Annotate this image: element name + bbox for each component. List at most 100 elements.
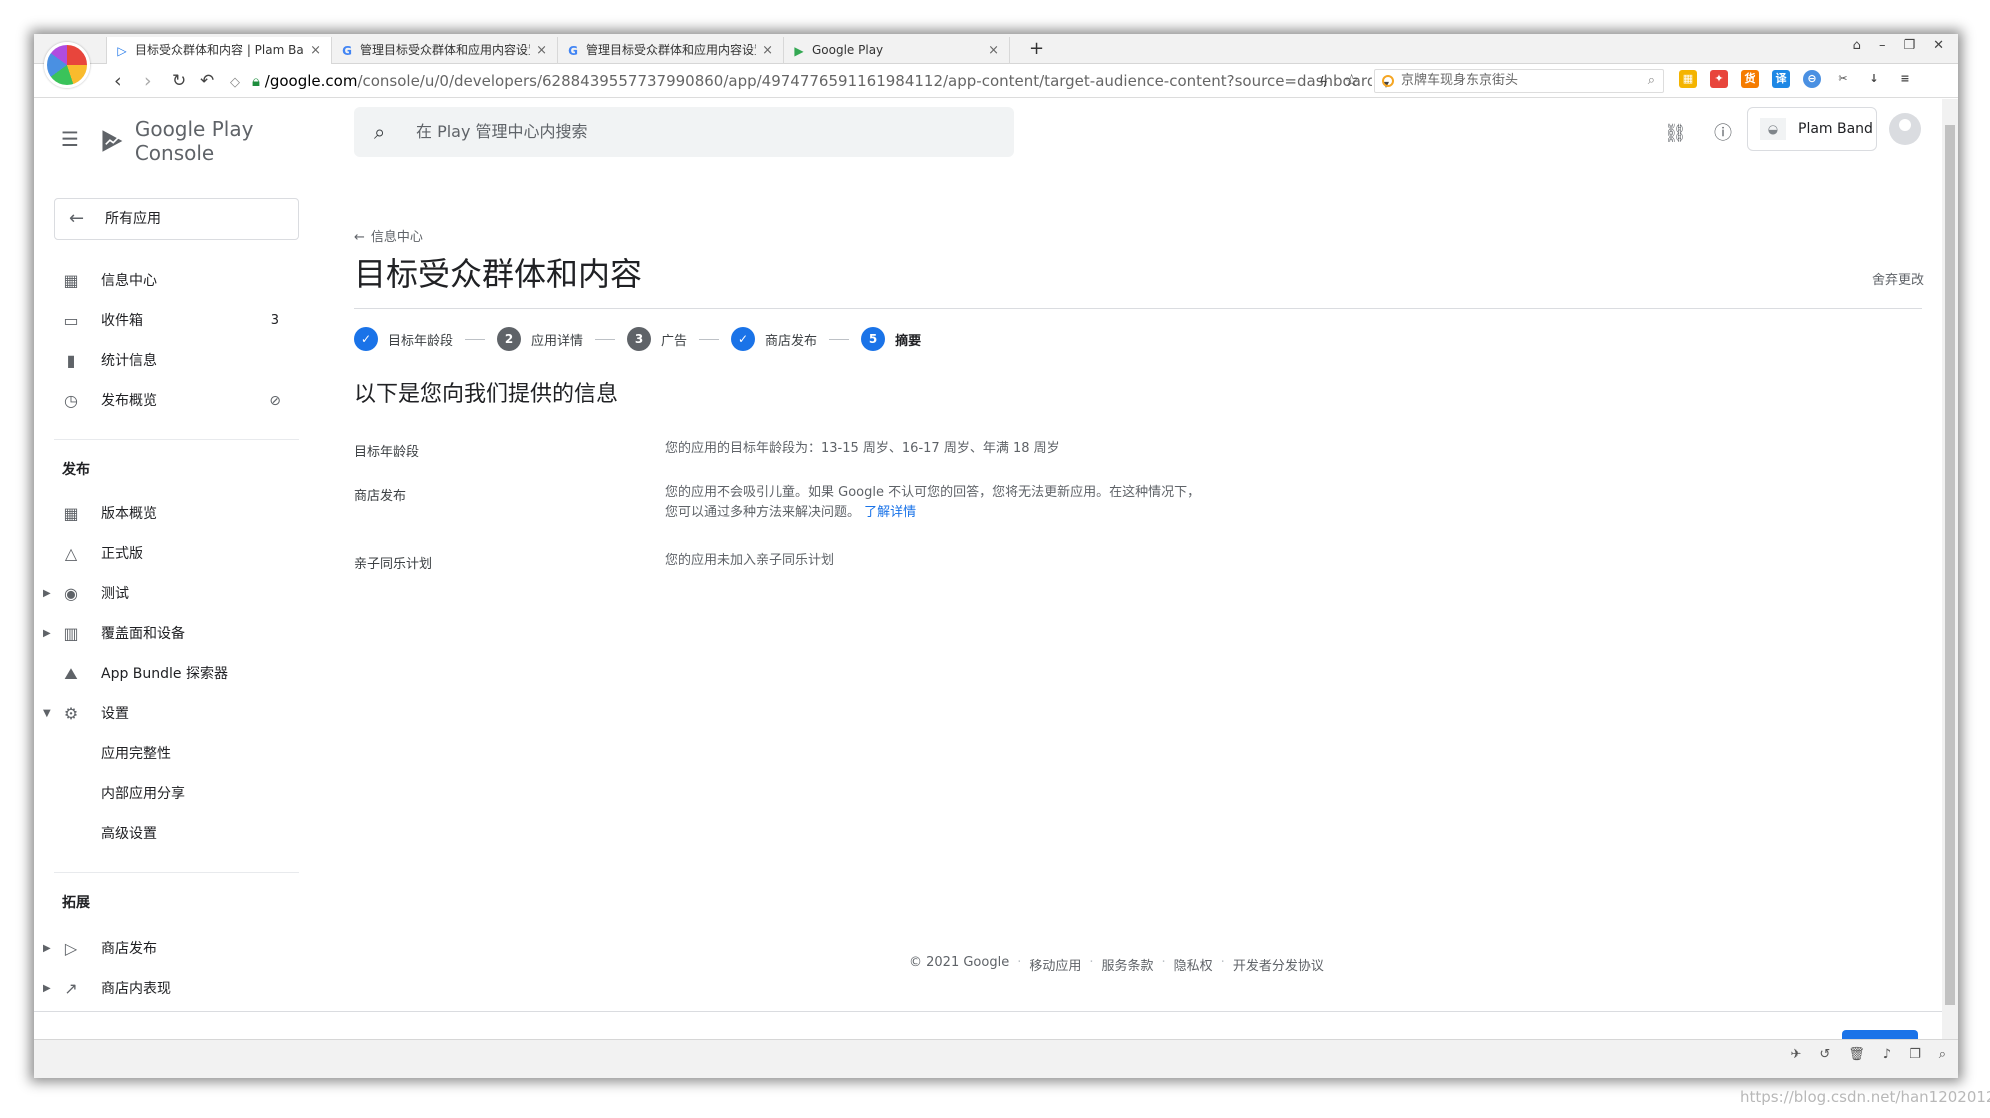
window-icon[interactable]: ❐ bbox=[1909, 1047, 1921, 1062]
store-performance-icon: ↗ bbox=[64, 979, 78, 998]
reload-icon[interactable]: ↻ bbox=[172, 70, 186, 92]
sidebar-item-label: 商店内表现 bbox=[101, 981, 171, 997]
copyright: © 2021 Google bbox=[909, 955, 1010, 970]
back-icon[interactable]: ‹ bbox=[114, 70, 122, 92]
close-tab-icon[interactable]: × bbox=[762, 37, 773, 64]
close-tab-icon[interactable]: × bbox=[310, 37, 321, 64]
discard-changes-button[interactable]: 舍弃更改 bbox=[1872, 269, 1924, 288]
footer-link-mobile-app[interactable]: 移动应用 bbox=[1029, 955, 1081, 974]
bookmark-star-icon[interactable]: ☆ bbox=[1344, 70, 1359, 92]
lightning-icon[interactable]: ϟ bbox=[1319, 72, 1328, 94]
caret-down-icon[interactable]: ▼ bbox=[43, 697, 51, 731]
browser-tab-1[interactable]: ▷ 目标受众群体和内容 | Plam Bar × bbox=[106, 37, 332, 64]
browser-tab-2[interactable]: G 管理目标受众群体和应用内容设置 × bbox=[332, 37, 558, 64]
scissors-icon[interactable]: ✂ bbox=[1834, 70, 1852, 88]
row-value-families: 您的应用未加入亲子同乐计划 bbox=[665, 553, 835, 568]
sidebar-item-releases-overview[interactable]: ▦ 版本概览 bbox=[34, 497, 299, 531]
browser-tab-3[interactable]: G 管理目标受众群体和应用内容设置 × bbox=[558, 37, 784, 64]
zoom-icon[interactable]: ⌕ bbox=[1939, 1047, 1946, 1062]
browser-status-bar: ✈ ↺ 🗑︎ ♪ ❐ ⌕ bbox=[34, 1039, 1958, 1078]
sidebar-item-advanced-settings[interactable]: 高级设置 bbox=[34, 817, 299, 851]
all-apps-button[interactable]: ← 所有应用 bbox=[54, 198, 299, 240]
minimize-icon[interactable]: – bbox=[1879, 38, 1886, 53]
maximize-icon[interactable]: ❐ bbox=[1903, 38, 1915, 53]
volume-icon[interactable]: ♪ bbox=[1883, 1047, 1891, 1062]
caret-right-icon[interactable]: ▶ bbox=[43, 577, 51, 611]
account-name: Plam Band bbox=[1798, 121, 1873, 137]
page-scrollbar[interactable] bbox=[1942, 99, 1958, 1039]
trash-icon[interactable]: 🗑︎ bbox=[1848, 1047, 1865, 1062]
sidebar-item-label: 设置 bbox=[101, 706, 129, 722]
sidebar-item-label: 商店发布 bbox=[101, 941, 157, 957]
search-icon[interactable]: ⌕ bbox=[1648, 70, 1655, 92]
close-window-icon[interactable]: ✕ bbox=[1933, 38, 1944, 53]
scrollbar-thumb[interactable] bbox=[1945, 125, 1955, 1005]
footer-link-privacy[interactable]: 隐私权 bbox=[1174, 955, 1213, 974]
browser-logo-icon[interactable] bbox=[44, 42, 90, 88]
sidebar-item-label: App Bundle 探索器 bbox=[101, 666, 228, 682]
sidebar-item-label: 内部应用分享 bbox=[101, 786, 185, 802]
skin-icon[interactable]: ⌂ bbox=[1853, 38, 1861, 53]
step-ads[interactable]: 3 广告 bbox=[627, 327, 687, 351]
step-number: 2 bbox=[497, 327, 522, 351]
translate-icon[interactable]: 译 bbox=[1772, 70, 1790, 88]
sidebar-item-dashboard[interactable]: ▦ 信息中心 bbox=[34, 264, 299, 298]
tab-title: 管理目标受众群体和应用内容设置 bbox=[586, 43, 757, 57]
accelerate-icon[interactable]: ↺ bbox=[1819, 1047, 1830, 1062]
step-target-age[interactable]: ✓ 目标年龄段 bbox=[354, 327, 453, 351]
help-icon[interactable]: ⓘ bbox=[1712, 123, 1734, 145]
check-icon: ✓ bbox=[731, 327, 756, 351]
sidebar-item-settings[interactable]: ▼ ⚙ 设置 bbox=[34, 697, 299, 731]
step-summary[interactable]: 5 摘要 bbox=[861, 327, 921, 351]
block-icon[interactable]: ⊖ bbox=[1803, 70, 1821, 88]
breadcrumb[interactable]: ← 信息中心 bbox=[354, 226, 423, 245]
forward-icon[interactable]: › bbox=[144, 70, 152, 92]
sidebar-item-internal-app-sharing[interactable]: 内部应用分享 bbox=[34, 777, 299, 811]
footer-link-dda[interactable]: 开发者分发协议 bbox=[1233, 955, 1324, 974]
lock-icon: 🔒︎ bbox=[252, 72, 260, 90]
new-tab-button[interactable]: + bbox=[1029, 37, 1044, 61]
sidebar-item-publishing-overview[interactable]: ◷ 发布概览 ⊘ bbox=[34, 384, 299, 418]
sidebar-item-store-performance[interactable]: ▶ ↗ 商店内表现 bbox=[34, 972, 299, 1006]
footer-separator: · bbox=[1089, 955, 1094, 970]
caret-right-icon[interactable]: ▶ bbox=[43, 972, 51, 1006]
address-bar: ‹ › ↻ ↶ ◇ 🔒︎ /google.com/console/u/0/dev… bbox=[34, 64, 1958, 98]
browser-search-input[interactable]: 京牌车现身东京街头 ⌕ bbox=[1374, 69, 1664, 93]
download-icon[interactable]: ↓ bbox=[1865, 70, 1883, 88]
step-store-presence[interactable]: ✓ 商店发布 bbox=[731, 327, 817, 351]
menu-icon[interactable]: ≡ bbox=[1896, 70, 1914, 88]
learn-more-link[interactable]: 了解详情 bbox=[864, 505, 916, 520]
sidebar-item-testing[interactable]: ▶ ◉ 测试 bbox=[34, 577, 299, 611]
reach-devices-icon: ▥ bbox=[63, 624, 79, 643]
sidebar-item-inbox[interactable]: ▭ 收件箱 3 bbox=[34, 304, 299, 338]
apps-grid-icon[interactable]: ▦ bbox=[1679, 70, 1697, 88]
sidebar-item-app-bundle-explorer[interactable]: ⛰ App Bundle 探索器 bbox=[34, 657, 299, 691]
sidebar-item-production[interactable]: △ 正式版 bbox=[34, 537, 299, 571]
sidebar-item-reach-devices[interactable]: ▶ ▥ 覆盖面和设备 bbox=[34, 617, 299, 651]
caret-right-icon[interactable]: ▶ bbox=[43, 617, 51, 651]
sidebar-item-store-presence[interactable]: ▶ ▷ 商店发布 bbox=[34, 932, 299, 966]
sidebar-item-statistics[interactable]: ▮ 统计信息 bbox=[34, 344, 299, 378]
caret-right-icon[interactable]: ▶ bbox=[43, 932, 51, 966]
close-tab-icon[interactable]: × bbox=[988, 37, 999, 64]
pin-icon[interactable]: ✈ bbox=[1790, 1047, 1801, 1062]
shopping-icon[interactable]: 货 bbox=[1741, 70, 1759, 88]
footer-link-terms[interactable]: 服务条款 bbox=[1102, 955, 1154, 974]
console-search-input[interactable]: ⌕ 在 Play 管理中心内搜索 bbox=[354, 107, 1014, 157]
hamburger-menu-icon[interactable]: ☰ bbox=[61, 127, 79, 151]
undo-icon[interactable]: ↶ bbox=[200, 70, 214, 92]
url-field[interactable]: 🔒︎ /google.com/console/u/0/developers/62… bbox=[252, 69, 1372, 93]
stats-icon: ▮ bbox=[66, 351, 76, 370]
row-label-families: 亲子同乐计划 bbox=[354, 557, 433, 572]
brand-logo[interactable]: Google Play Console bbox=[100, 117, 304, 165]
avatar[interactable] bbox=[1889, 113, 1921, 145]
game-icon[interactable]: ✦ bbox=[1710, 70, 1728, 88]
sidebar-item-app-integrity[interactable]: 应用完整性 bbox=[34, 737, 299, 771]
browser-tab-4[interactable]: ▶ Google Play × bbox=[784, 37, 1010, 64]
link-icon[interactable]: ⛓ bbox=[1664, 123, 1687, 145]
shield-icon[interactable]: ◇ bbox=[230, 72, 240, 94]
developer-account-button[interactable]: ◒ Plam Band bbox=[1747, 107, 1877, 151]
step-app-details[interactable]: 2 应用详情 bbox=[497, 327, 583, 351]
close-tab-icon[interactable]: × bbox=[536, 37, 547, 64]
arrow-back-icon: ← bbox=[354, 230, 365, 245]
